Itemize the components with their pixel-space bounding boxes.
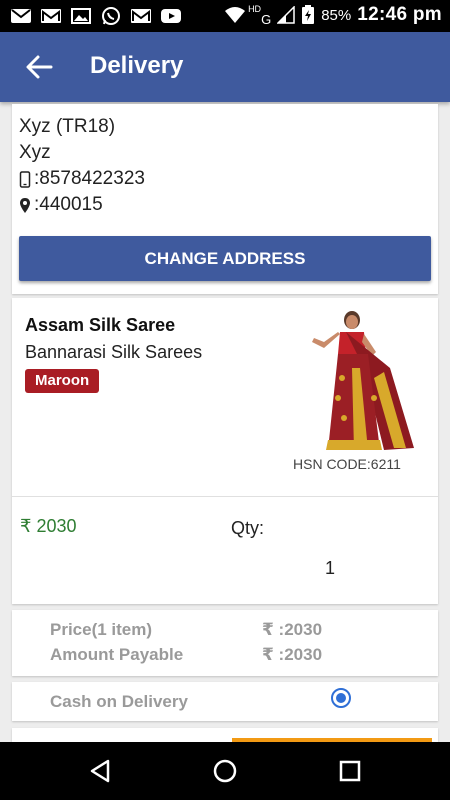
divider	[12, 496, 438, 497]
gmail-icon	[131, 9, 151, 23]
address-card: Xyz (TR18) Xyz :8578422323 :440015 CHANG…	[12, 104, 438, 294]
whatsapp-icon	[102, 7, 120, 25]
price-summary-card: Price(1 item) ₹ :2030 Amount Payable ₹ :…	[12, 610, 438, 676]
battery-icon	[302, 5, 315, 24]
address-pincode-row: :440015	[19, 194, 103, 216]
product-image[interactable]	[294, 308, 426, 456]
product-name: Assam Silk Saree	[25, 315, 176, 335]
hsn-code: HSN CODE:6211	[293, 456, 401, 472]
address-line: Xyz	[19, 142, 51, 163]
address-pincode: :440015	[34, 194, 103, 215]
signal-icon	[277, 6, 295, 24]
payment-option-card: Cash on Delivery	[12, 682, 438, 721]
navigation-bar	[0, 742, 450, 800]
cash-on-delivery-radio[interactable]	[331, 688, 351, 708]
gmail-icon	[41, 9, 61, 23]
status-bar: HD G 85% 12:46 pm	[0, 0, 450, 32]
amount-payable-label: Amount Payable	[50, 645, 184, 664]
battery-percentage: 85%	[321, 6, 352, 24]
address-phone: :8578422323	[34, 168, 145, 189]
clock-time: 12:46 pm	[357, 4, 442, 25]
youtube-icon	[161, 9, 181, 23]
price-value: ₹ :2030	[262, 620, 323, 639]
rupee-icon: ₹	[20, 516, 32, 536]
product-price: ₹ 2030	[20, 516, 77, 537]
mail-icon	[11, 9, 31, 23]
home-nav-icon[interactable]	[211, 757, 239, 785]
network-type-label: G	[261, 11, 272, 27]
back-arrow-icon[interactable]	[24, 53, 54, 81]
radio-selected-dot	[336, 693, 346, 703]
address-name: Xyz (TR18)	[19, 116, 116, 137]
amount-payable-value: ₹ :2030	[262, 645, 323, 664]
location-pin-icon	[20, 197, 30, 213]
app-bar: Delivery	[0, 32, 450, 102]
back-nav-icon[interactable]	[86, 757, 114, 785]
quantity-value[interactable]: 1	[325, 558, 335, 579]
product-price-value: 2030	[36, 516, 77, 536]
cash-on-delivery-label: Cash on Delivery	[50, 692, 188, 711]
wifi-icon	[225, 7, 246, 23]
network-hd-label: HD	[248, 4, 262, 14]
change-address-button[interactable]: CHANGE ADDRESS	[19, 236, 431, 281]
page-title: Delivery	[90, 52, 184, 79]
product-card: Assam Silk Saree Bannarasi Silk Sarees M…	[12, 298, 438, 604]
price-label: Price(1 item)	[50, 620, 153, 639]
recents-nav-icon[interactable]	[336, 757, 364, 785]
bottom-card	[12, 728, 438, 742]
product-category: Bannarasi Silk Sarees	[25, 342, 203, 362]
notification-icons	[10, 6, 182, 26]
color-badge: Maroon	[25, 369, 100, 393]
image-icon	[71, 8, 91, 24]
quantity-label: Qty:	[231, 518, 265, 538]
phone-icon	[19, 170, 31, 188]
address-phone-row: :8578422323	[19, 168, 145, 190]
